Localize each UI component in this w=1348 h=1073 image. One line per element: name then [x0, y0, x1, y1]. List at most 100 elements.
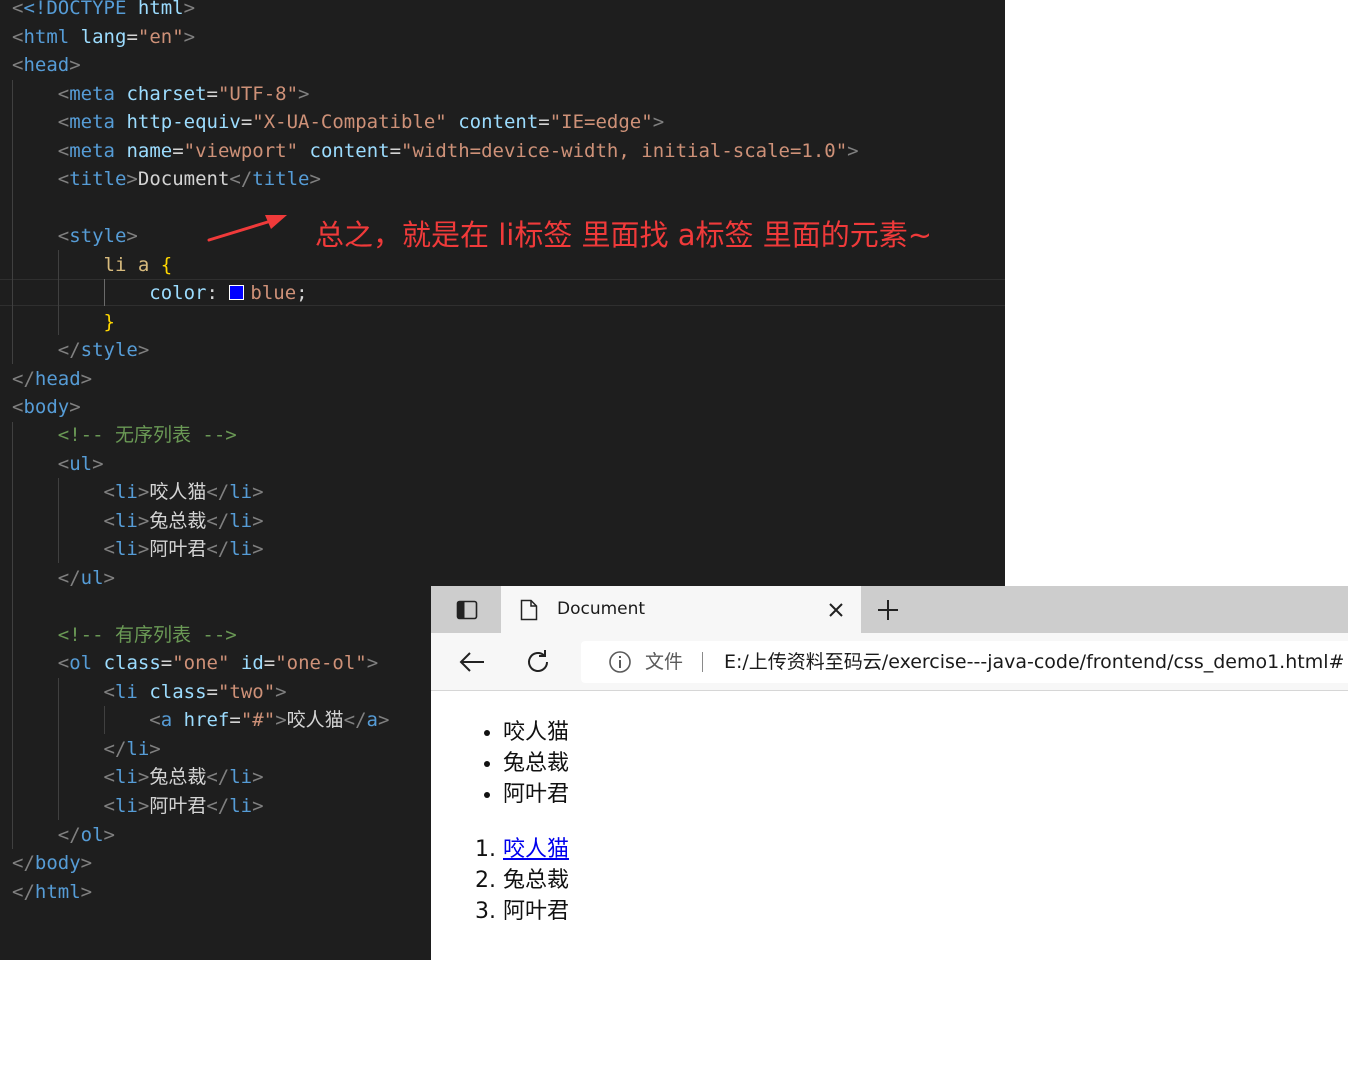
tag-name: head [23, 54, 70, 76]
attr-name: content [309, 140, 390, 162]
attr-name: class [149, 681, 207, 703]
attr-value: "IE=edge" [549, 111, 653, 133]
doctype-html: html [137, 0, 184, 19]
code-line[interactable]: li a { [12, 251, 173, 279]
code-line[interactable]: <title>Document</title> [12, 165, 321, 193]
new-tab-icon[interactable] [873, 596, 903, 624]
code-line[interactable]: <li class="two"> [12, 678, 287, 706]
li-text: 咬人猫 [149, 481, 207, 503]
tag-name: a [366, 709, 378, 731]
code-line[interactable]: color: blue; [12, 279, 307, 307]
tab-document[interactable]: Document [501, 586, 861, 633]
attr-name: href [183, 709, 230, 731]
code-line[interactable]: <a href="#">咬人猫</a> [12, 706, 389, 734]
code-line[interactable]: </body> [12, 849, 92, 877]
page-icon [519, 598, 539, 622]
list-item: 兔总裁 [503, 748, 569, 779]
code-line[interactable]: <body> [12, 393, 81, 421]
tag-name: head [34, 368, 81, 390]
ordered-list: 咬人猫 兔总裁 阿叶君 [431, 834, 569, 927]
address-url[interactable]: E:/上传资料至码云/exercise---java-code/frontend… [724, 641, 1344, 683]
code-line[interactable]: <meta name="viewport" content="width=dev… [12, 137, 859, 165]
doctype-keyword: <!DOCTYPE [23, 0, 127, 19]
address-bar[interactable]: 文件 E:/上传资料至码云/exercise---java-code/front… [581, 641, 1348, 683]
css-value: blue [250, 282, 297, 304]
a-text: 咬人猫 [286, 709, 344, 731]
tag-name: li [114, 510, 138, 532]
attr-value: "two" [217, 681, 276, 703]
attr-value: "width=device-width, initial-scale=1.0" [401, 140, 848, 162]
code-line[interactable]: <ul> [12, 450, 104, 478]
attr-value: "viewport" [183, 140, 299, 162]
css-brace: { [160, 254, 173, 276]
code-line[interactable]: </head> [12, 365, 92, 393]
code-line[interactable]: <style> [12, 222, 138, 250]
tag-name: li [126, 738, 150, 760]
tab-actions-icon[interactable] [445, 594, 489, 626]
code-line[interactable]: </li> [12, 735, 161, 763]
li-text: 阿叶君 [149, 538, 207, 560]
code-line[interactable]: </ol> [12, 821, 115, 849]
tag-name: html [23, 26, 70, 48]
list-item: 阿叶君 [503, 896, 569, 927]
attr-name: name [126, 140, 173, 162]
code-comment: <!-- 无序列表 --> [57, 424, 237, 446]
browser-toolbar: 文件 E:/上传资料至码云/exercise---java-code/front… [431, 633, 1348, 691]
code-line[interactable]: <meta charset="UTF-8"> [12, 80, 310, 108]
code-line[interactable]: </ul> [12, 564, 115, 592]
code-line[interactable]: } [12, 308, 115, 336]
code-line[interactable]: <li>兔总裁</li> [12, 507, 264, 535]
code-line[interactable]: <meta http-equiv="X-UA-Compatible" conte… [12, 108, 664, 136]
address-separator [702, 652, 703, 672]
list-link[interactable]: 咬人猫 [503, 837, 569, 862]
code-line[interactable]: <!-- 有序列表 --> [12, 621, 237, 649]
tag-name: li [229, 766, 253, 788]
tag-name: ul [69, 453, 93, 475]
code-line[interactable]: <ol class="one" id="one-ol"> [12, 649, 378, 677]
code-line[interactable]: <li>咬人猫</li> [12, 478, 264, 506]
code-line[interactable]: </style> [12, 336, 150, 364]
close-icon[interactable] [825, 599, 847, 621]
code-line[interactable]: <li>阿叶君</li> [12, 535, 264, 563]
code-comment: <!-- 有序列表 --> [57, 624, 237, 646]
attr-name: http-equiv [126, 111, 241, 133]
tag-name: ul [80, 567, 104, 589]
tag-name: meta [69, 111, 115, 133]
css-property: color [149, 282, 207, 304]
unordered-list: 咬人猫 兔总裁 阿叶君 [431, 717, 569, 810]
page-content: 咬人猫 兔总裁 阿叶君 咬人猫 兔总裁 阿叶君 [431, 692, 1348, 960]
tag-name: meta [69, 83, 115, 105]
attr-value: "one" [172, 652, 230, 674]
tag-name: li [114, 795, 138, 817]
list-item: 阿叶君 [503, 779, 569, 810]
attr-name: content [458, 111, 539, 133]
browser-window[interactable]: Document 文件 E:/上传资料至码云/exercise---java-c… [431, 586, 1348, 960]
color-swatch-icon[interactable] [229, 285, 245, 300]
attr-value: "X-UA-Compatible" [252, 111, 447, 133]
attr-value: "UTF-8" [217, 83, 299, 105]
attr-name: id [240, 652, 264, 674]
attr-value: "one-ol" [275, 652, 367, 674]
code-line[interactable]: <li>阿叶君</li> [12, 792, 264, 820]
attr-name: charset [126, 83, 207, 105]
code-line[interactable]: <<!DOCTYPE html> [12, 0, 195, 22]
tag-name: meta [69, 140, 115, 162]
attr-name: class [103, 652, 161, 674]
tag-name: body [23, 396, 70, 418]
list-item: 兔总裁 [503, 865, 569, 896]
code-line[interactable]: </html> [12, 878, 92, 906]
back-icon[interactable] [455, 647, 489, 677]
li-text: 阿叶君 [149, 795, 207, 817]
refresh-icon[interactable] [521, 647, 555, 677]
code-line[interactable]: <!-- 无序列表 --> [12, 421, 237, 449]
code-line[interactable]: <head> [12, 51, 81, 79]
code-line[interactable]: <li>兔总裁</li> [12, 763, 264, 791]
tag-name: li [114, 481, 138, 503]
tab-bar: Document [431, 586, 1348, 633]
code-line[interactable]: <html lang="en"> [12, 23, 195, 51]
tag-name: title [69, 168, 127, 190]
annotation-text: 总之，就是在 li标签 里面找 a标签 里面的元素~ [315, 218, 933, 252]
annotation-arrow-icon [207, 215, 287, 242]
info-icon[interactable] [608, 650, 632, 674]
tag-name: li [229, 510, 253, 532]
